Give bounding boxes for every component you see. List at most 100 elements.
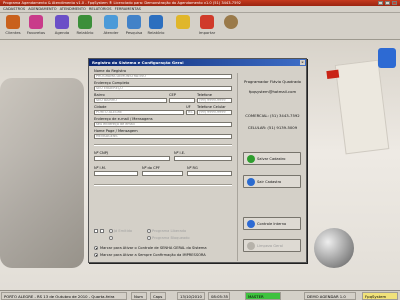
divider [94, 184, 232, 186]
register-checkbox-2[interactable] [100, 229, 104, 233]
cidade-input[interactable]: PORTO ALEGRE [94, 110, 184, 115]
register-checkbox[interactable] [94, 229, 98, 233]
registration-dialog: Registro do Sistema e Configuração Geral… [88, 58, 307, 263]
exit-icon [247, 177, 255, 186]
telefone-input[interactable]: (99) 9999-9999 [197, 98, 232, 103]
celular-input[interactable]: (99) 9999-9999 [197, 110, 232, 115]
background-book-image [326, 59, 390, 155]
info-panel: Programador Flávio Quadrado fpqsystem@ho… [237, 73, 306, 261]
ie-label: Nº I.E. [174, 151, 186, 155]
commercial-phone: COMERCIAL: (51) 3443-7592 [245, 113, 300, 118]
ja-emitido-label: Já Emitido [114, 229, 133, 233]
homepage-label: Home Page / Mensagem [94, 129, 138, 133]
bairro-input[interactable]: SEU BAIRRO [94, 98, 167, 103]
background-globe-image [314, 228, 354, 268]
im-label: Nº I.M. [94, 166, 106, 170]
registro-input[interactable]: PROGRAMA DEMONSTRATIVO [94, 74, 232, 79]
menu-cadastros[interactable]: CADASTROS [3, 7, 25, 11]
celular-label: Telefone Celular [197, 105, 226, 109]
status-demo: DEMO AGENDAR 1.0 [304, 292, 356, 300]
cnpj-input[interactable] [94, 156, 170, 161]
impressora-radio[interactable] [94, 253, 98, 257]
senha-geral-radio[interactable] [94, 246, 98, 250]
clear-icon [247, 241, 255, 250]
im-input[interactable] [94, 171, 138, 176]
registro-label: Nome do Registro [94, 69, 127, 73]
endereco-label: Endereço Completo [94, 81, 130, 85]
agenda-icon [55, 15, 69, 29]
status-brand: FpqSystem [362, 292, 398, 300]
clients-icon [6, 15, 20, 29]
internal-icon [247, 219, 255, 228]
attend-icon [104, 15, 118, 29]
save-button[interactable]: Salvar Cadastro [243, 152, 301, 165]
ie-input[interactable] [174, 156, 232, 161]
exit-button[interactable]: Sair Cadastro [243, 175, 301, 188]
homepage-input[interactable]: MENSAGENS [94, 134, 232, 139]
programa-bloqueado-radio[interactable] [147, 236, 151, 240]
toolbar-pesquisa-button[interactable]: Pesquisa [123, 15, 145, 39]
programa-bloqueado-label: Programa Bloqueado [152, 236, 190, 240]
email-label: Endereço de e-mail / Mensagens [94, 117, 153, 121]
cpf-input[interactable] [142, 171, 183, 176]
cpf-label: Nº do CPF [142, 166, 160, 170]
toolbar-clientes-button[interactable]: Clientes [2, 15, 24, 39]
contact-email: fpqsystem@hotmail.com [248, 89, 297, 94]
menu-relatorios[interactable]: RELATÓRIOS [89, 7, 112, 11]
favorites-icon [29, 15, 43, 29]
status-num: Num [131, 292, 147, 300]
menu-agendamento[interactable]: AGENDAMENTO [28, 7, 56, 11]
status-bar: PORTO ALEGRE - RS 13 de Outubro de 2010 … [0, 290, 400, 300]
endereco-input[interactable]: SEU ENDEREÇO [94, 86, 232, 91]
toolbar-calculator-button[interactable] [172, 15, 194, 39]
dialog-title: Registro do Sistema e Configuração Geral [92, 60, 184, 65]
status-caps: Caps [150, 292, 166, 300]
report-icon [78, 15, 92, 29]
email-input[interactable]: seu endereço de email [94, 122, 232, 127]
toolbar-relatorio-button[interactable]: Relatório [74, 15, 96, 39]
ja-emitido-radio[interactable] [109, 229, 113, 233]
dialog-close-icon[interactable]: × [300, 60, 305, 65]
menu-ferramentas[interactable]: FERRAMENTAS [115, 7, 141, 11]
close-button[interactable] [392, 1, 397, 5]
cep-input[interactable] [169, 98, 195, 103]
programmer-name: Programador Flávio Quadrado [244, 79, 301, 84]
impressora-label: Marcar para Ativar a Sempre Confirmação … [100, 253, 206, 257]
programa-liberado-label: Programa Liberado [152, 229, 187, 233]
gear-icon [224, 15, 238, 29]
toolbar: Clientes Favoretos Agenda Relatório Aten… [0, 13, 400, 40]
uf-input[interactable]: RS [186, 110, 195, 115]
background-clip-image [378, 48, 396, 68]
toolbar-agenda-button[interactable]: Agenda [51, 15, 73, 39]
programa-liberado-radio[interactable] [147, 229, 151, 233]
bairro-label: Bairro [94, 93, 105, 97]
status-time: 08:05:35 [208, 292, 230, 300]
search-icon [127, 15, 141, 29]
minimize-button[interactable] [378, 1, 383, 5]
menu-atendimento[interactable]: ATENDIMENTO [60, 7, 86, 11]
senha-geral-label: Marcar para Ativar o Controle de SENHA G… [100, 246, 207, 250]
toolbar-atender-button[interactable]: Atender [100, 15, 122, 39]
uf-label: UF [186, 105, 191, 109]
toolbar-importar-button[interactable]: Importar [196, 15, 218, 39]
report2-icon [149, 15, 163, 29]
dummy-radio[interactable] [109, 236, 113, 240]
cnpj-label: Nº CNPJ [94, 151, 108, 155]
save-icon [247, 154, 255, 163]
dialog-title-bar: Registro do Sistema e Configuração Geral… [89, 59, 306, 66]
toolbar-favoretos-button[interactable]: Favoretos [25, 15, 47, 39]
internal-control-button[interactable]: Controle Interno [243, 217, 301, 230]
toolbar-settings-button[interactable] [220, 15, 242, 39]
import-icon [200, 15, 214, 29]
rg-input[interactable] [187, 171, 232, 176]
status-master: MASTER [245, 292, 281, 300]
toolbar-relatorio2-button[interactable]: Relatório [145, 15, 167, 39]
clear-button[interactable]: Limpeza Geral [243, 239, 301, 252]
calculator-icon [176, 15, 190, 29]
menu-bar: CADASTROS AGENDAMENTO ATENDIMENTO RELATÓ… [0, 6, 400, 13]
cep-label: CEP [169, 93, 176, 97]
background-decoration [0, 78, 84, 268]
status-date: 13/10/2010 [177, 292, 205, 300]
cidade-label: Cidade [94, 105, 107, 109]
maximize-button[interactable] [385, 1, 390, 5]
